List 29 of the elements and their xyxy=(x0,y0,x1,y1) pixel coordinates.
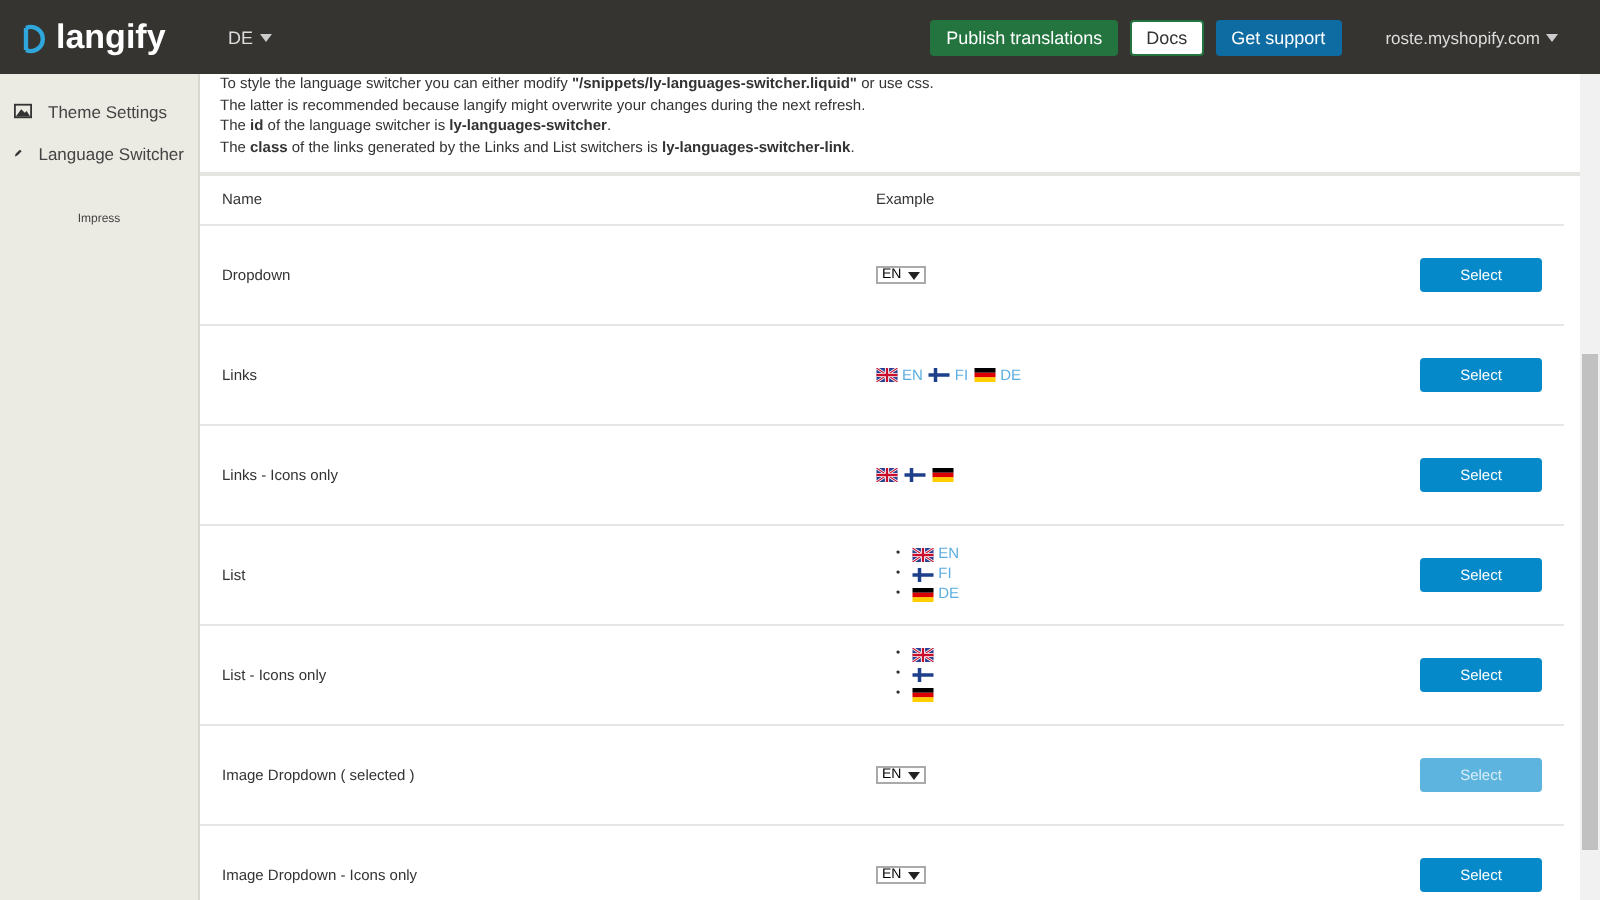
caret-icon xyxy=(907,871,920,880)
caret-icon xyxy=(907,271,920,280)
header-button[interactable]: Docs xyxy=(1130,19,1204,55)
germany-flag-icon[interactable] xyxy=(912,588,935,603)
pen-icon xyxy=(14,144,23,162)
germany-flag-icon[interactable] xyxy=(932,467,954,482)
sidebar-item[interactable]: Theme Settings xyxy=(0,90,198,132)
logo-icon xyxy=(20,21,48,53)
caret-icon xyxy=(259,33,272,41)
header-button[interactable]: Get support xyxy=(1215,19,1342,55)
germany-flag-icon[interactable] xyxy=(912,688,935,703)
finland-flag-icon[interactable] xyxy=(928,367,951,382)
caret-icon xyxy=(907,771,920,780)
account-menu[interactable]: roste.myshopify.com xyxy=(1373,25,1570,49)
caret-icon xyxy=(1546,33,1558,41)
sidebar-item[interactable]: Language Switcher xyxy=(0,132,198,174)
language-menu[interactable]: DE xyxy=(216,25,284,49)
uk-flag-icon[interactable] xyxy=(876,367,898,382)
uk-flag-icon[interactable] xyxy=(912,647,935,661)
uk-flag-icon[interactable] xyxy=(912,547,935,561)
uk-flag-icon[interactable] xyxy=(876,467,898,482)
logo-text: langify xyxy=(56,17,166,57)
image-icon xyxy=(14,102,32,120)
finland-flag-icon[interactable] xyxy=(904,467,926,482)
finland-flag-icon[interactable] xyxy=(912,567,935,582)
scrollbar[interactable] xyxy=(1580,74,1600,900)
header-button[interactable]: Publish translations xyxy=(930,19,1119,55)
germany-flag-icon[interactable] xyxy=(974,367,997,382)
finland-flag-icon[interactable] xyxy=(912,667,935,682)
